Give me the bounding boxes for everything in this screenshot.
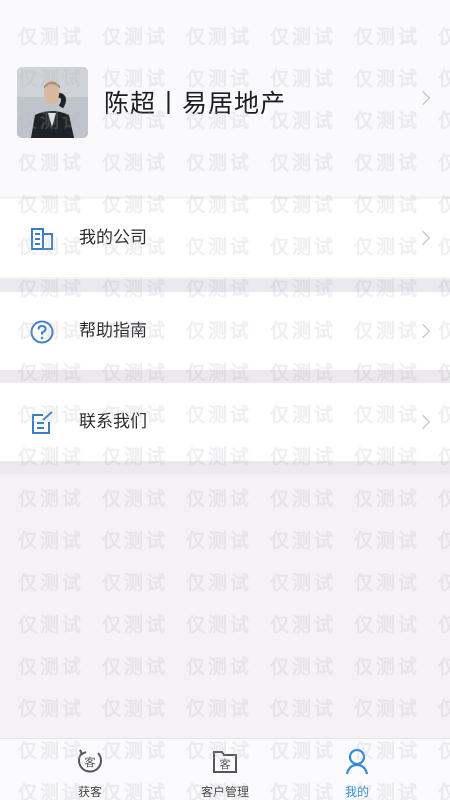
watermark-text: 仅测试: [354, 698, 421, 720]
profile-name: 陈超丨易居地产: [104, 89, 287, 118]
watermark-text: 仅测试: [270, 614, 337, 636]
watermark-text: 仅测试: [354, 488, 421, 510]
watermark-text: 仅测试: [186, 698, 253, 720]
watermark-text: 仅测试: [18, 698, 85, 720]
watermark-text: 仅测试: [270, 698, 337, 720]
contact-edit-icon: [32, 411, 53, 434]
watermark-text: 仅测试: [186, 614, 253, 636]
menu-item-label: 联系我们: [79, 412, 147, 432]
watermark-text: 仅测试: [18, 656, 85, 678]
watermark-text: 仅测试: [438, 652, 450, 679]
help-icon: [30, 320, 54, 344]
watermark-text: 仅测试: [102, 698, 169, 720]
watermark-text: 仅测试: [102, 530, 169, 552]
watermark-text: 仅测试: [18, 614, 85, 636]
tab-mine[interactable]: 我的: [302, 739, 412, 800]
watermark-text: 仅测试: [102, 488, 169, 510]
tab-customer-management[interactable]: 客 客户管理: [170, 739, 280, 800]
watermark-text: 仅测试: [18, 488, 85, 510]
watermark-text: 仅测试: [102, 614, 169, 636]
watermark-text: 仅测试: [438, 568, 450, 595]
acquire-customer-icon: 客: [78, 749, 102, 773]
watermark-text: 仅测试: [354, 614, 421, 636]
watermark-text: 仅测试: [186, 530, 253, 552]
profile-header[interactable]: 陈超丨易居地产: [0, 0, 450, 196]
watermark-text: 仅测试: [18, 572, 85, 594]
watermark-text: 仅测试: [102, 572, 169, 594]
chevron-right-icon: [415, 90, 431, 106]
watermark-text: 仅测试: [438, 526, 450, 553]
watermark-text: 仅测试: [438, 610, 450, 637]
watermark-text: 仅测试: [186, 572, 253, 594]
person-icon: [345, 748, 369, 775]
tab-label: 获客: [77, 785, 102, 799]
watermark-text: 仅测试: [186, 656, 253, 678]
divider: [0, 279, 450, 292]
menu-item-help-guide[interactable]: 帮助指南: [0, 292, 450, 370]
menu-item-label: 帮助指南: [79, 321, 147, 341]
watermark-text: 仅测试: [270, 530, 337, 552]
svg-text:客: 客: [220, 757, 231, 771]
building-icon: [31, 228, 53, 250]
watermark-text: 仅测试: [438, 484, 450, 511]
menu-item-contact-us[interactable]: 联系我们: [0, 383, 450, 461]
watermark-text: 仅测试: [354, 656, 421, 678]
watermark-text: 仅测试: [102, 656, 169, 678]
watermark-text: 仅测试: [354, 530, 421, 552]
watermark-text: 仅测试: [354, 572, 421, 594]
bottom-tab-bar: 客 获客 客 客户管理 我的: [0, 738, 450, 800]
watermark-text: 仅测试: [270, 572, 337, 594]
tab-acquire-customers[interactable]: 客 获客: [35, 739, 145, 800]
watermark-text: 仅测试: [438, 694, 450, 721]
watermark-text: 仅测试: [270, 656, 337, 678]
divider: [0, 461, 450, 474]
tab-label: 客户管理: [200, 785, 249, 799]
tab-label: 我的: [344, 785, 369, 799]
watermark-text: 仅测试: [18, 530, 85, 552]
watermark-text: 仅测试: [270, 488, 337, 510]
divider: [0, 370, 450, 383]
watermark-text: 仅测试: [186, 488, 253, 510]
menu-item-my-company[interactable]: 我的公司: [0, 199, 450, 277]
svg-text:客: 客: [85, 755, 96, 769]
customer-folder-icon: 客: [213, 751, 237, 773]
menu-item-label: 我的公司: [79, 228, 147, 248]
avatar: [17, 67, 88, 138]
